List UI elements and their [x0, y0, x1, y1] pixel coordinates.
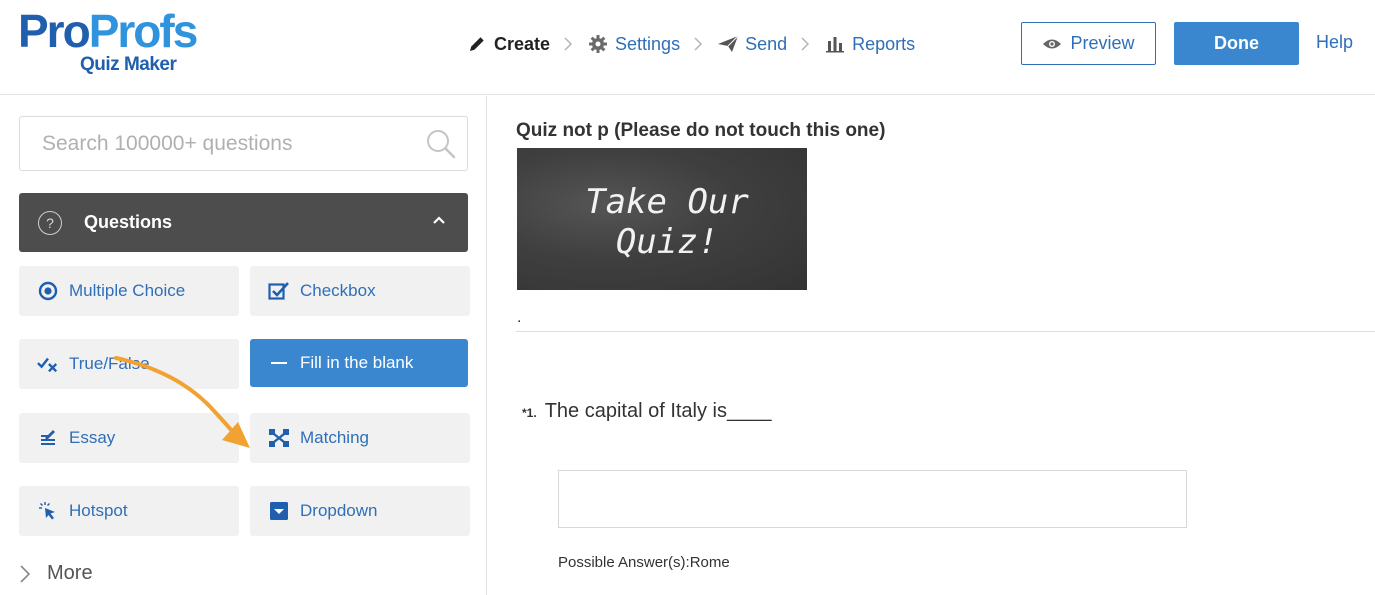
help-link[interactable]: Help	[1316, 32, 1353, 53]
possible-answers: Possible Answer(s):Rome	[558, 554, 730, 571]
top-header: ProProfs Quiz Maker Create Settings Send…	[0, 0, 1375, 95]
qtype-label: Fill in the blank	[300, 353, 414, 372]
search-input[interactable]	[20, 117, 420, 170]
dash-icon	[268, 352, 290, 374]
question-type-sidebar: ? Questions Multiple Choice Checkbox Tru…	[0, 96, 487, 595]
dropdown-icon	[268, 500, 290, 522]
question-number: *1.	[522, 406, 537, 420]
chevron-right-icon	[19, 564, 33, 583]
preview-label: Preview	[1070, 33, 1135, 53]
answer-input[interactable]	[559, 471, 1186, 527]
qtype-multiple-choice[interactable]: Multiple Choice	[19, 266, 239, 316]
proprofs-logo[interactable]: ProProfs Quiz Maker	[18, 8, 238, 78]
more-label: More	[47, 562, 93, 584]
qtype-dropdown[interactable]: Dropdown	[250, 486, 470, 536]
chevron-up-icon	[432, 213, 446, 227]
qtype-label: True/False	[69, 354, 150, 373]
eye-icon	[1042, 38, 1062, 50]
radio-target-icon	[37, 280, 59, 302]
qtype-fill-in-the-blank[interactable]: Fill in the blank	[250, 339, 468, 387]
preview-button[interactable]: Preview	[1021, 22, 1156, 65]
quiz-description[interactable]: .	[517, 309, 521, 327]
question-1[interactable]: *1. The capital of Italy is____	[522, 400, 771, 423]
step-settings-label: Settings	[615, 33, 681, 54]
quiz-editor: Quiz not p (Please do not touch this one…	[488, 96, 1375, 595]
check-cross-icon	[37, 353, 59, 375]
matching-icon	[268, 427, 290, 449]
checkbox-icon	[268, 280, 290, 302]
cursor-click-icon	[37, 500, 59, 522]
qtype-label: Essay	[69, 428, 116, 447]
qtype-label: Dropdown	[300, 501, 378, 520]
logo-subtitle: Quiz Maker	[80, 54, 177, 75]
step-create-label: Create	[494, 33, 551, 54]
wizard-steps: Create Settings Send Reports	[466, 30, 915, 58]
qtype-label: Checkbox	[300, 281, 376, 300]
chevron-right-icon	[694, 37, 703, 51]
gear-icon	[587, 33, 609, 55]
step-send-label: Send	[745, 33, 788, 54]
banner-text: Take Our Quiz!	[585, 182, 749, 262]
question-text: The capital of Italy is____	[544, 400, 772, 422]
step-reports[interactable]: Reports	[824, 33, 915, 55]
bar-chart-icon	[824, 33, 846, 55]
question-search	[19, 116, 468, 171]
chevron-right-icon	[564, 37, 573, 51]
divider	[516, 331, 1375, 332]
qtype-essay[interactable]: Essay	[19, 413, 239, 463]
more-question-types[interactable]: More	[19, 562, 93, 585]
questions-section-title: Questions	[84, 212, 173, 232]
step-create[interactable]: Create	[466, 33, 550, 55]
essay-icon	[37, 427, 59, 449]
done-button[interactable]: Done	[1174, 22, 1299, 65]
pencil-icon	[466, 33, 488, 55]
qtype-checkbox[interactable]: Checkbox	[250, 266, 470, 316]
question-mark-icon: ?	[38, 210, 62, 235]
qtype-label: Hotspot	[69, 501, 128, 520]
qtype-hotspot[interactable]: Hotspot	[19, 486, 239, 536]
paper-plane-icon	[717, 33, 739, 55]
search-icon[interactable]	[425, 128, 457, 160]
qtype-true-false[interactable]: True/False	[19, 339, 239, 389]
qtype-label: Matching	[300, 428, 369, 447]
logo-wordmark: ProProfs	[18, 5, 198, 57]
quiz-banner-image[interactable]: Take Our Quiz!	[517, 148, 807, 290]
quiz-title[interactable]: Quiz not p (Please do not touch this one…	[516, 120, 885, 142]
step-reports-label: Reports	[852, 33, 916, 54]
step-settings[interactable]: Settings	[587, 33, 680, 55]
questions-section-header[interactable]: ? Questions	[19, 193, 468, 252]
qtype-matching[interactable]: Matching	[250, 413, 470, 463]
chevron-right-icon	[801, 37, 810, 51]
qtype-label: Multiple Choice	[69, 281, 186, 300]
step-send[interactable]: Send	[717, 33, 787, 55]
answer-field	[558, 470, 1187, 528]
